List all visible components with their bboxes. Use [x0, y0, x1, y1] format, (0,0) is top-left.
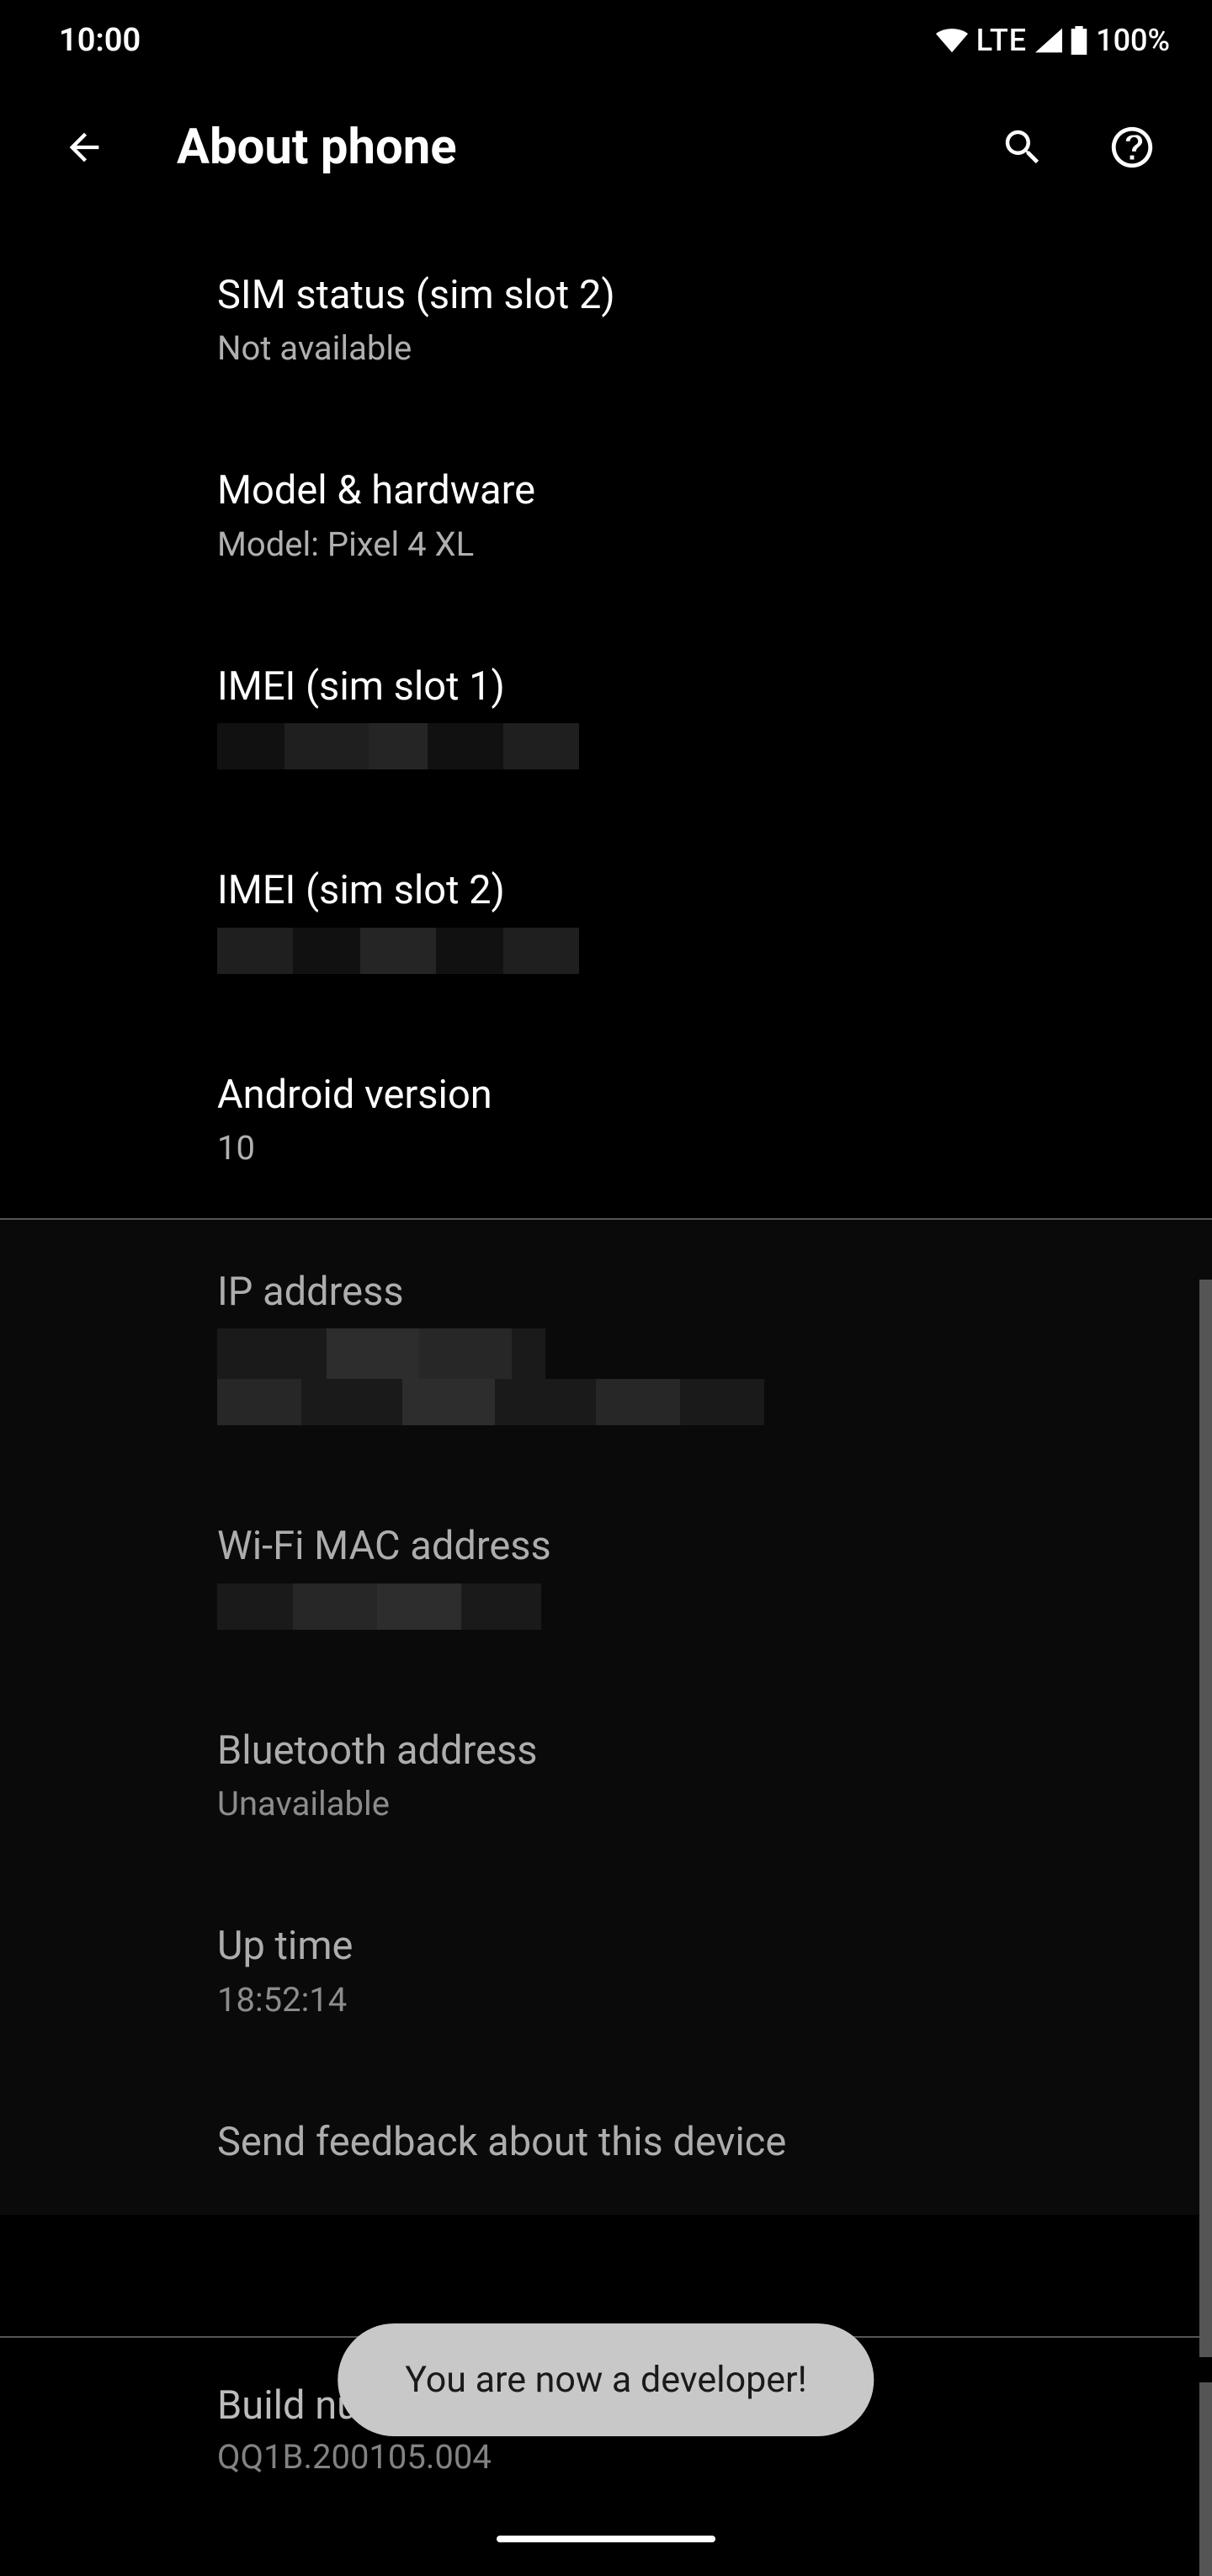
toast: You are now a developer!: [338, 2323, 874, 2436]
wifi-icon: [936, 28, 968, 53]
redacted-value: [217, 1328, 1178, 1425]
toast-message: You are now a developer!: [405, 2359, 806, 2401]
redacted-value: [217, 1583, 1178, 1630]
help-icon: [1108, 123, 1156, 172]
item-sim-status-2[interactable]: SIM status (sim slot 2) Not available: [217, 223, 1178, 418]
arrow-back-icon: [62, 125, 106, 169]
page-title: About phone: [177, 119, 993, 176]
item-model-hardware[interactable]: Model & hardware Model: Pixel 4 XL: [217, 418, 1178, 614]
item-value: Not available: [217, 327, 1178, 370]
item-label: IMEI (sim slot 1): [217, 663, 1178, 711]
redacted-value: [217, 723, 1178, 769]
item-bluetooth-address[interactable]: Bluetooth address Unavailable: [217, 1679, 1178, 1874]
scrollbar[interactable]: [1199, 1280, 1212, 2357]
status-time: 10:00: [59, 22, 141, 59]
help-button[interactable]: [1103, 118, 1162, 177]
item-imei-1[interactable]: IMEI (sim slot 1): [217, 615, 1178, 818]
scrollbar[interactable]: [1199, 2382, 1212, 2576]
item-label: Wi-Fi MAC address: [217, 1523, 1178, 1570]
item-label: Send feedback about this device: [217, 2119, 1178, 2166]
item-label: Up time: [217, 1923, 1178, 1970]
item-android-version[interactable]: Android version 10: [217, 1023, 1178, 1218]
item-value: Model: Pixel 4 XL: [217, 524, 1178, 566]
item-wifi-mac[interactable]: Wi-Fi MAC address: [217, 1474, 1178, 1678]
status-right: LTE 100%: [936, 23, 1170, 58]
item-label: Android version: [217, 1072, 1178, 1119]
item-value: 10: [217, 1127, 1178, 1169]
item-ip-address[interactable]: IP address: [217, 1220, 1178, 1474]
item-value: Unavailable: [217, 1783, 1178, 1825]
item-label: IMEI (sim slot 2): [217, 867, 1178, 914]
status-bar: 10:00 LTE 100%: [0, 0, 1212, 80]
item-label: Model & hardware: [217, 467, 1178, 514]
item-send-feedback[interactable]: Send feedback about this device: [217, 2070, 1178, 2215]
item-uptime[interactable]: Up time 18:52:14: [217, 1874, 1178, 2069]
battery-icon: [1071, 26, 1087, 55]
battery-percent: 100%: [1096, 23, 1170, 58]
settings-list: SIM status (sim slot 2) Not available Mo…: [0, 223, 1212, 2215]
item-label: Bluetooth address: [217, 1727, 1178, 1775]
item-imei-2[interactable]: IMEI (sim slot 2): [217, 818, 1178, 1022]
network-type: LTE: [976, 23, 1027, 58]
search-button[interactable]: [993, 118, 1052, 177]
item-label: IP address: [217, 1269, 1178, 1316]
item-value: 18:52:14: [217, 1979, 1178, 2021]
redacted-value: [217, 928, 1178, 974]
back-button[interactable]: [50, 114, 118, 181]
nav-handle[interactable]: [497, 2536, 715, 2542]
signal-icon: [1035, 28, 1062, 53]
item-value: QQ1B.200105.004: [217, 2437, 492, 2477]
item-label: SIM status (sim slot 2): [217, 272, 1178, 319]
search-icon: [1000, 125, 1045, 170]
app-bar: About phone: [0, 80, 1212, 223]
